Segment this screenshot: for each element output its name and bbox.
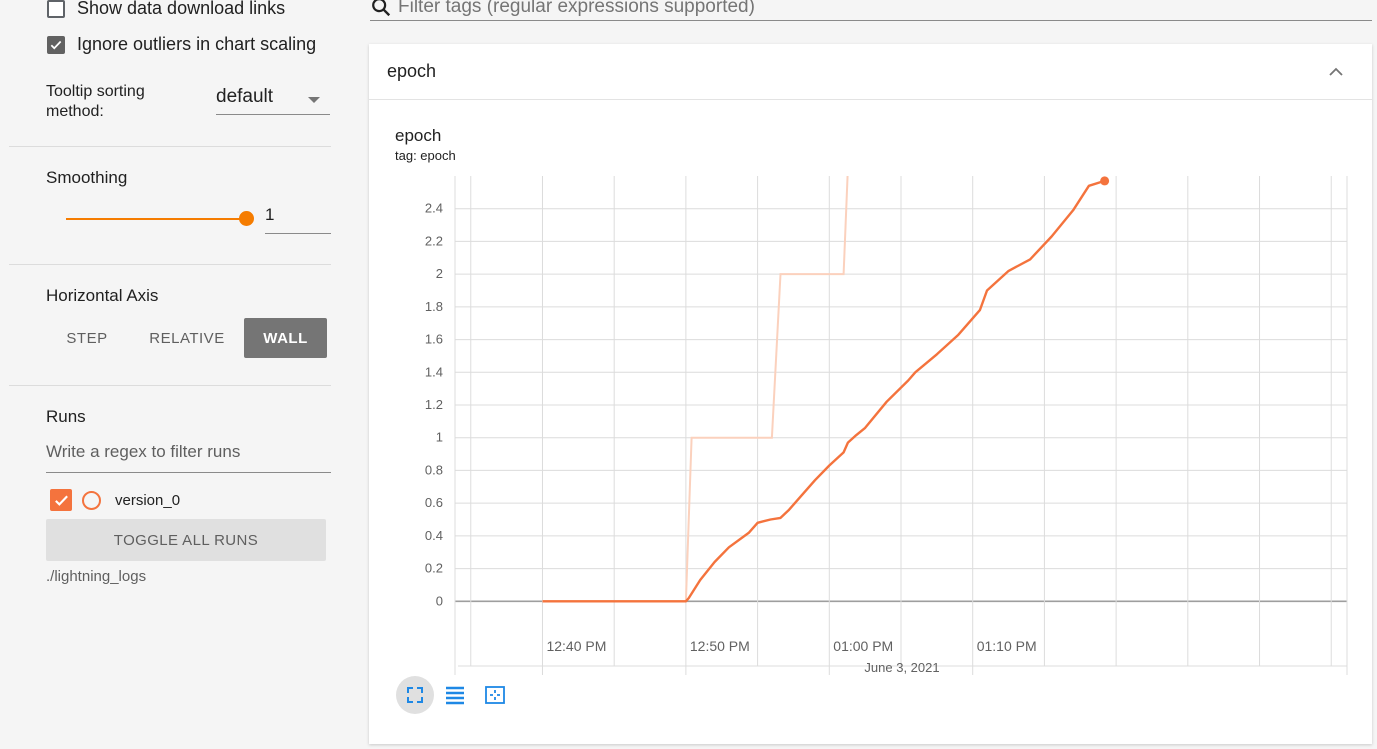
tag-card: epoch epoch tag: epoch 0 0.2 0.4 0.6 0.8 1 1.2… [369,44,1372,744]
epoch-line-chart[interactable]: 0 0.2 0.4 0.6 0.8 1 1.2 1.4 1.6 1.8 2 2.2 2.4 12:40 P… [369,44,1372,684]
y-tick-label: 1.6 [425,332,443,347]
divider [9,385,331,386]
last-point-marker[interactable] [1100,176,1110,186]
y-tick-label: 0 [436,593,443,608]
smoothed-series-line[interactable] [542,179,1105,603]
y-tick-label: 1.4 [425,364,443,379]
ignore-outliers-checkbox[interactable] [47,35,65,54]
sidebar: Show data download links Ignore outliers… [9,0,349,749]
y-tick-label: 1.8 [425,299,443,314]
fit-to-data-button[interactable] [396,676,434,714]
ignore-outliers-option[interactable]: Ignore outliers in chart scaling [47,34,316,55]
runs-filter-input[interactable]: Write a regex to filter runs [46,442,331,473]
run-color-circle-icon[interactable] [82,490,101,510]
divider [9,146,331,147]
tooltip-sorting-label-line2: method: [46,103,104,120]
run-item-version-0[interactable]: version_0 [50,489,180,511]
dropdown-arrow-icon [308,97,320,103]
horizontal-axis-title: Horizontal Axis [46,286,159,305]
run-name: version_0 [115,491,181,509]
tooltip-sorting-select[interactable]: default [216,86,330,115]
y-tick-label: 2.4 [425,201,443,216]
y-tick-label: 2.2 [425,233,443,248]
log-scale-button[interactable] [436,676,474,714]
tag-filter-placeholder: Filter tags (regular expressions support… [398,0,755,17]
axis-wall-button[interactable]: WALL [244,318,327,358]
tooltip-sorting-label: Tooltip sorting method: [46,82,145,122]
reset-zoom-button[interactable] [476,676,514,714]
fit-to-data-icon [407,687,423,703]
y-tick-label: 0.2 [425,561,443,576]
smoothing-title: Smoothing [46,168,128,187]
logdir-label: ./lightning_logs [46,568,147,585]
axis-step-button[interactable]: STEP [50,318,124,358]
tag-filter-input[interactable]: Filter tags (regular expressions support… [370,0,1372,21]
x-tick-label: 12:50 PM [690,638,750,654]
toggle-all-runs-button[interactable]: TOGGLE ALL RUNS [46,519,326,561]
show-download-links-option[interactable]: Show data download links [47,0,285,19]
check-icon [50,40,62,49]
smoothing-input[interactable]: 1 [265,205,331,234]
reset-zoom-icon [485,686,505,704]
divider [9,264,331,265]
run-checkbox[interactable] [50,489,72,511]
y-tick-label: 0.6 [425,495,443,510]
runs-title: Runs [46,407,86,426]
tooltip-sorting-value: default [216,86,274,107]
x-tick-label: 12:40 PM [546,638,606,654]
tooltip-sorting-label-line1: Tooltip sorting [46,83,145,100]
smoothing-slider-thumb[interactable] [239,211,254,226]
y-tick-label: 1 [436,430,443,445]
search-icon [372,0,391,17]
smoothing-slider-track[interactable] [66,218,246,220]
show-download-links-checkbox[interactable] [47,0,65,18]
x-tick-label: 01:10 PM [977,638,1037,654]
x-tick-label: 01:00 PM [833,638,893,654]
y-tick-label: 1.2 [425,397,443,412]
check-icon [54,495,68,506]
ignore-outliers-label: Ignore outliers in chart scaling [77,34,317,54]
axis-relative-button[interactable]: RELATIVE [140,318,234,358]
x-axis-label: June 3, 2021 [864,660,939,675]
y-tick-label: 0.8 [425,462,443,477]
y-tick-label: 0.4 [425,528,443,543]
y-tick-label: 2 [436,266,443,281]
show-download-links-label: Show data download links [77,0,286,18]
log-scale-icon [446,686,464,705]
